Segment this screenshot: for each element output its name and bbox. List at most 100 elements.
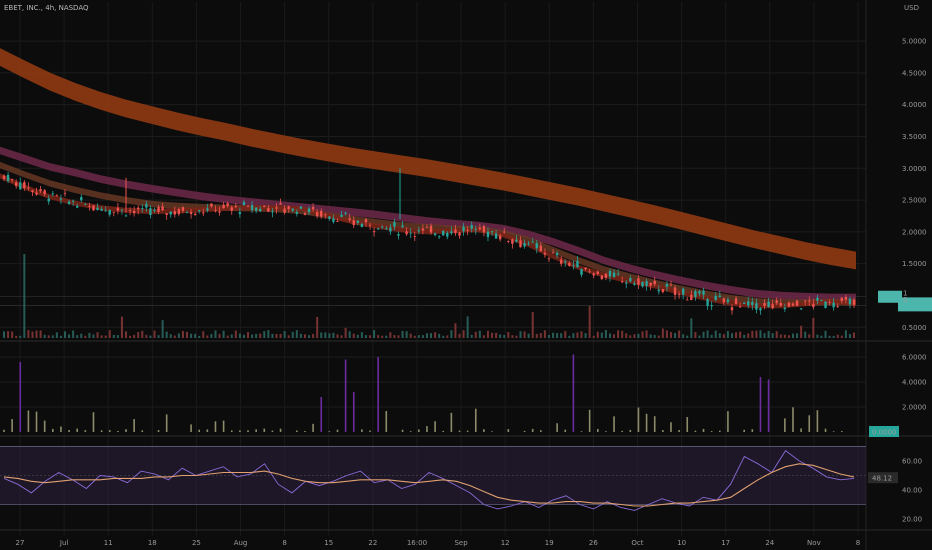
indicator-bar bbox=[206, 429, 209, 432]
volume-bar bbox=[226, 335, 229, 338]
price-tick-label: 2.5000 bbox=[902, 197, 927, 205]
indicator-bar bbox=[759, 377, 762, 432]
candle-body bbox=[681, 288, 685, 295]
candle-body bbox=[454, 229, 457, 234]
candle-body bbox=[698, 291, 701, 294]
candle-body bbox=[283, 208, 286, 213]
volume-bar bbox=[499, 334, 502, 338]
stock-chart[interactable]: 5.0000 4.5000 4.0000 3.5000 3.0000 2.5000 2.00… bbox=[0, 0, 932, 550]
volume-bar bbox=[791, 333, 794, 338]
candle-body bbox=[710, 305, 713, 307]
candle-body bbox=[59, 198, 63, 200]
indicator-bar bbox=[792, 407, 794, 432]
price-axis[interactable]: 5.0000 4.5000 4.0000 3.5000 3.0000 2.5000 2.00… bbox=[868, 38, 932, 524]
volume-bar bbox=[425, 333, 428, 338]
volume-bar bbox=[251, 334, 254, 338]
indicator-bar bbox=[710, 431, 713, 432]
candle-body bbox=[803, 300, 807, 302]
candle-body bbox=[498, 235, 502, 240]
volume-bar bbox=[844, 330, 847, 338]
volume-bar bbox=[653, 335, 656, 338]
volume-bar bbox=[604, 330, 607, 338]
volume-bar bbox=[64, 331, 67, 338]
time-tick-label: Jul bbox=[59, 539, 69, 547]
candle-body bbox=[669, 284, 673, 286]
candle-body bbox=[742, 302, 746, 304]
volume-bar bbox=[125, 331, 128, 338]
oscillator-value-label: 48.12 bbox=[872, 475, 892, 483]
price-tick-label: 4.5000 bbox=[902, 69, 927, 77]
candle-body bbox=[462, 226, 465, 232]
candle-body bbox=[686, 299, 689, 301]
indicator-bar bbox=[800, 428, 802, 432]
volume-bar bbox=[238, 333, 241, 338]
volume-bar bbox=[157, 335, 160, 338]
candle-body bbox=[596, 271, 599, 274]
volume-bar bbox=[503, 334, 506, 338]
volume-bar bbox=[491, 332, 494, 338]
volume-bar bbox=[657, 335, 660, 338]
volume-bar bbox=[669, 332, 672, 338]
volume-bar bbox=[76, 335, 79, 338]
volume-bar bbox=[210, 334, 213, 338]
volume-bar bbox=[153, 330, 156, 338]
volume-bar bbox=[787, 335, 790, 338]
price-tick-label: 5.0000 bbox=[902, 38, 927, 46]
indicator-bar bbox=[621, 430, 623, 432]
volume-bar bbox=[328, 333, 331, 338]
candle-body bbox=[730, 307, 734, 311]
volume-bar bbox=[495, 332, 498, 338]
indicator-bar bbox=[92, 412, 95, 432]
candle-body bbox=[527, 243, 530, 245]
volume-bar bbox=[299, 333, 302, 338]
indicator-bar bbox=[727, 411, 729, 432]
candle-body bbox=[141, 208, 144, 209]
candle-body bbox=[417, 230, 421, 232]
candle-body bbox=[503, 231, 506, 233]
volume-bar bbox=[486, 330, 489, 338]
volume-bar bbox=[11, 331, 14, 338]
candle-body bbox=[153, 210, 156, 211]
indicator-bar bbox=[35, 411, 38, 432]
time-tick-label: Oct bbox=[631, 539, 643, 547]
indicator-bar bbox=[556, 423, 558, 432]
volume-bar bbox=[218, 334, 221, 338]
volume-bar bbox=[535, 333, 538, 338]
candle-body bbox=[360, 223, 364, 228]
volume-bar bbox=[283, 331, 286, 338]
candle-body bbox=[657, 289, 660, 292]
candle-body bbox=[507, 241, 510, 242]
volume-bar bbox=[177, 333, 180, 338]
volume-bar bbox=[600, 332, 603, 338]
volume-bar bbox=[352, 333, 355, 338]
volume-bar bbox=[812, 317, 815, 338]
candle-body bbox=[852, 299, 856, 305]
volume-bar bbox=[186, 331, 189, 338]
candle-body bbox=[19, 182, 22, 190]
time-axis[interactable]: 27 Jul 11 18 25 Aug 8 15 22 16:00 Sep 12 19 26 Oct 10 17… bbox=[16, 539, 861, 547]
candle-body bbox=[344, 212, 347, 214]
volume-bar bbox=[55, 332, 58, 338]
candle-body bbox=[637, 278, 640, 285]
candle-body bbox=[442, 230, 445, 236]
volume-bar bbox=[259, 333, 262, 338]
indicator-bar bbox=[352, 392, 355, 432]
candle-body bbox=[726, 299, 730, 303]
price-tick-label: 1.5000 bbox=[902, 260, 927, 268]
candle-body bbox=[409, 232, 412, 234]
candle-body bbox=[381, 226, 384, 228]
volume-bar bbox=[120, 316, 123, 338]
indicator-bar bbox=[239, 430, 241, 432]
candle-body bbox=[824, 301, 827, 308]
indicator-bar bbox=[670, 422, 672, 432]
candle-body bbox=[124, 215, 128, 217]
volume-bar bbox=[173, 335, 176, 338]
volume-bar bbox=[401, 330, 404, 338]
candle-body bbox=[787, 302, 791, 307]
candle-body bbox=[206, 208, 209, 211]
candle-body bbox=[250, 205, 254, 211]
volume-bar bbox=[267, 330, 270, 338]
volume-bar bbox=[108, 330, 111, 338]
currency-label: USD bbox=[904, 4, 919, 12]
candle-body bbox=[612, 272, 616, 278]
